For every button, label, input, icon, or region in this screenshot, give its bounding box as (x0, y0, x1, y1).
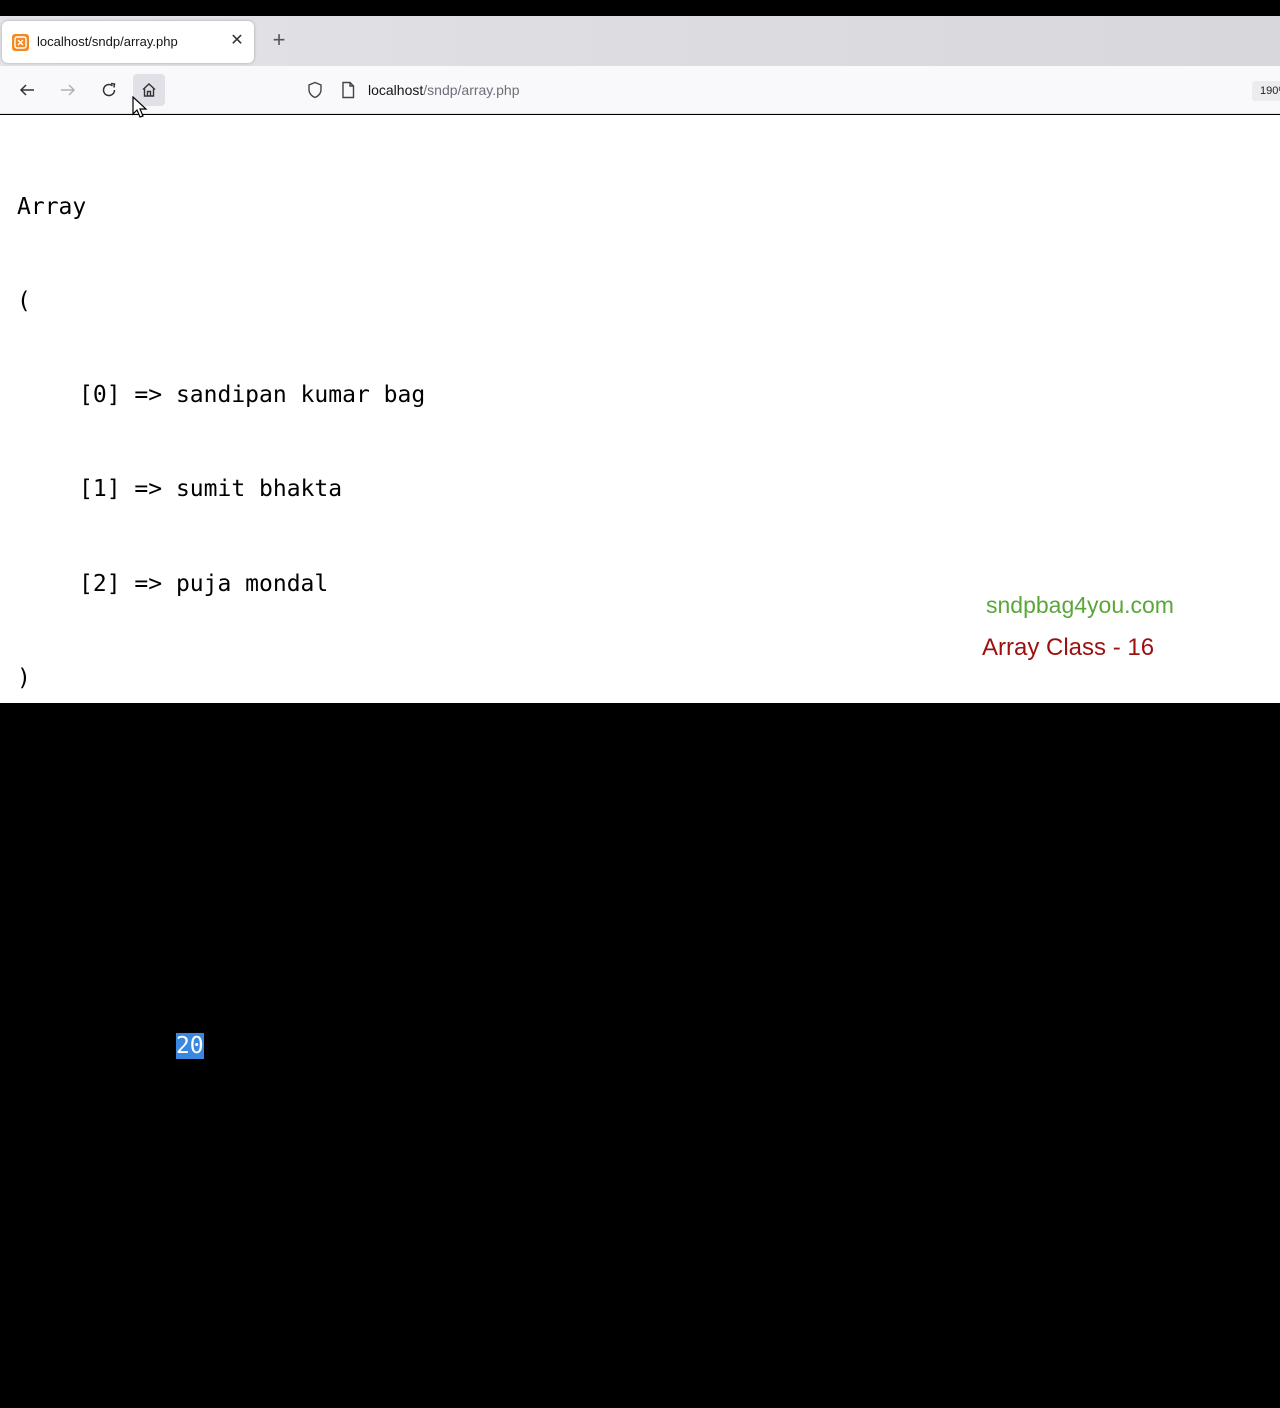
tab-strip: localhost/sndp/array.php ✕ + (0, 16, 1280, 66)
forward-arrow-icon (61, 84, 76, 96)
page-icon[interactable] (340, 81, 356, 99)
new-tab-button[interactable]: + (266, 28, 292, 54)
entry-value: puja mondal (175, 570, 329, 597)
url-bar[interactable]: localhost/sndp/array.php (296, 74, 1260, 106)
navigation-toolbar: localhost/sndp/array.php 190% (0, 66, 1280, 114)
array-entry: [2] => 30 (17, 1220, 425, 1251)
array-entry: [2] => puja mondal (17, 569, 425, 600)
back-button[interactable] (11, 74, 43, 106)
url-text[interactable]: localhost/sndp/array.php (368, 82, 520, 98)
tab-close-icon[interactable]: ✕ (226, 30, 248, 52)
tab-title: localhost/sndp/array.php (37, 34, 178, 49)
close-paren: ) (17, 1315, 31, 1342)
entry-value: 30 (175, 1221, 204, 1248)
entry-key: [0] => (79, 382, 176, 409)
entry-value: sumit bhakta (175, 476, 343, 503)
reload-icon (102, 82, 116, 97)
array-entry: [0] => sandipan kumar bag (17, 380, 425, 411)
entry-key: [0] => (79, 1033, 176, 1060)
screen-frame: localhost/sndp/array.php ✕ + localhost/s… (0, 0, 1280, 1342)
page-content: Array ( [0] => sandipan kumar bag [1] =>… (0, 115, 1280, 1342)
entry-key: [2] => (79, 1221, 176, 1248)
open-paren: ( (17, 288, 31, 315)
forward-button[interactable] (52, 74, 84, 106)
array-entry: [1] => sumit bhakta (17, 474, 425, 505)
entry-value: sandipan kumar bag (175, 382, 426, 409)
watermark-site: sndpbag4you.com (986, 592, 1174, 618)
watermark-class-label: Array Class - 16 (982, 634, 1155, 661)
entry-key: [2] => (79, 570, 176, 597)
reload-button[interactable] (93, 74, 125, 106)
url-path: /sndp/array.php (423, 82, 520, 98)
mouse-cursor-icon (132, 96, 148, 118)
array-header: Array (17, 193, 87, 220)
entry-key: [1] => (79, 476, 176, 503)
url-host: localhost (368, 82, 424, 98)
zoom-level-badge[interactable]: 190% (1252, 81, 1280, 101)
close-paren: ) (17, 664, 31, 691)
entry-key: [1] => (79, 1127, 176, 1154)
shield-icon[interactable] (306, 81, 324, 99)
xampp-icon (12, 34, 29, 51)
open-paren: ( (17, 939, 31, 966)
array-entry: [1] => 55 (17, 1125, 425, 1156)
selected-entry-value[interactable]: 20 (175, 1033, 204, 1060)
array-header: Array (17, 844, 87, 871)
array-entry: [0] => 20 (17, 1031, 425, 1062)
back-arrow-icon (19, 84, 34, 96)
entry-value: 55 (175, 1127, 204, 1154)
print-r-output: Array ( [0] => sandipan kumar bag [1] =>… (17, 129, 425, 1408)
browser-tab[interactable]: localhost/sndp/array.php ✕ (2, 21, 254, 63)
